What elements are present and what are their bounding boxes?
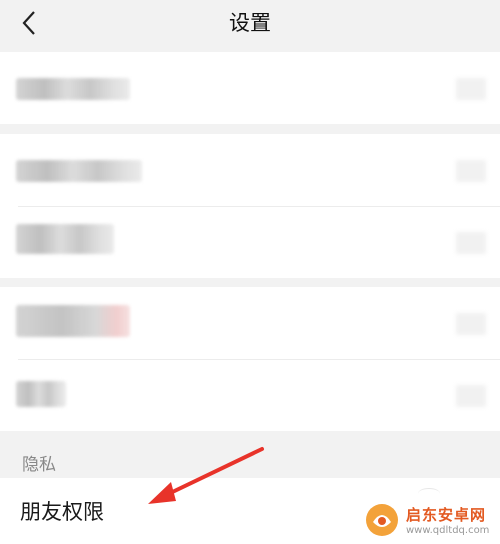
watermark-logo-icon [366, 504, 398, 536]
friend-permission-label: 朋友权限 [20, 500, 104, 524]
watermark-url: www.qdltdq.com [406, 525, 490, 536]
top-bar: 设置 [0, 0, 500, 46]
blurred-label [16, 78, 130, 100]
settings-row[interactable] [0, 359, 500, 431]
page-title: 设置 [229, 11, 271, 35]
chevron-right-icon [418, 488, 440, 499]
watermark: 启东安卓网 www.qdltdq.com [364, 500, 494, 540]
blurred-chevron [456, 78, 486, 100]
blurred-chevron [456, 160, 486, 182]
blurred-chevron [456, 232, 486, 254]
blurred-chevron [456, 385, 486, 407]
blurred-label [16, 224, 114, 254]
blurred-label [16, 305, 130, 337]
watermark-brand: 启东安卓网 [406, 506, 487, 524]
blurred-label [16, 160, 142, 182]
settings-group-2 [0, 134, 500, 278]
settings-group-1 [0, 52, 500, 124]
privacy-section-label: 隐私 [22, 455, 56, 475]
settings-row[interactable] [0, 206, 500, 278]
settings-group-3 [0, 287, 500, 431]
blurred-chevron [456, 313, 486, 335]
settings-row[interactable] [0, 287, 500, 359]
settings-row[interactable] [0, 52, 500, 124]
blurred-label [16, 381, 66, 407]
settings-row[interactable] [0, 134, 500, 206]
